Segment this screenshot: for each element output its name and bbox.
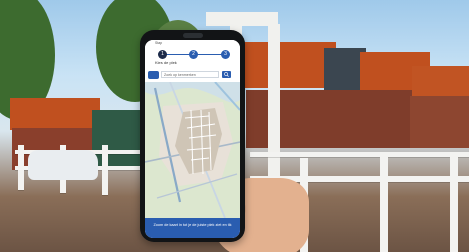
house bbox=[92, 110, 144, 170]
step-title: Kies de plek bbox=[155, 60, 177, 65]
search-input[interactable]: Zoek op kenmerken bbox=[161, 71, 219, 78]
step-caption: Stap bbox=[155, 41, 163, 45]
app-logo bbox=[148, 71, 159, 79]
step-2[interactable]: 2 bbox=[189, 50, 198, 59]
fence-post bbox=[450, 152, 458, 252]
house bbox=[410, 96, 469, 148]
search-button[interactable] bbox=[222, 71, 231, 78]
fence-post bbox=[102, 145, 108, 195]
phone-notch bbox=[183, 33, 203, 38]
step-3[interactable]: 3 bbox=[221, 50, 230, 59]
phone-screen: Stap 1 2 3 Kies de plek Zoek op kenmerke… bbox=[145, 40, 240, 238]
map-graphic bbox=[145, 82, 240, 218]
background-scene: Stap 1 2 3 Kies de plek Zoek op kenmerke… bbox=[0, 0, 469, 252]
fence-post bbox=[18, 145, 24, 190]
roof bbox=[10, 98, 100, 130]
bridge-railing bbox=[250, 152, 469, 157]
roof bbox=[244, 42, 336, 88]
step-progress: Stap 1 2 3 Kies de plek bbox=[145, 40, 240, 68]
search-row: Zoek op kenmerken bbox=[145, 68, 240, 83]
search-icon bbox=[224, 72, 229, 77]
car bbox=[28, 150, 98, 180]
fence-post bbox=[380, 152, 388, 252]
instruction-banner[interactable]: Zoom de kaart in tot je de juiste plek z… bbox=[145, 218, 240, 238]
map-view[interactable] bbox=[145, 82, 240, 218]
roof bbox=[412, 66, 469, 100]
step-1[interactable]: 1 bbox=[158, 50, 167, 59]
